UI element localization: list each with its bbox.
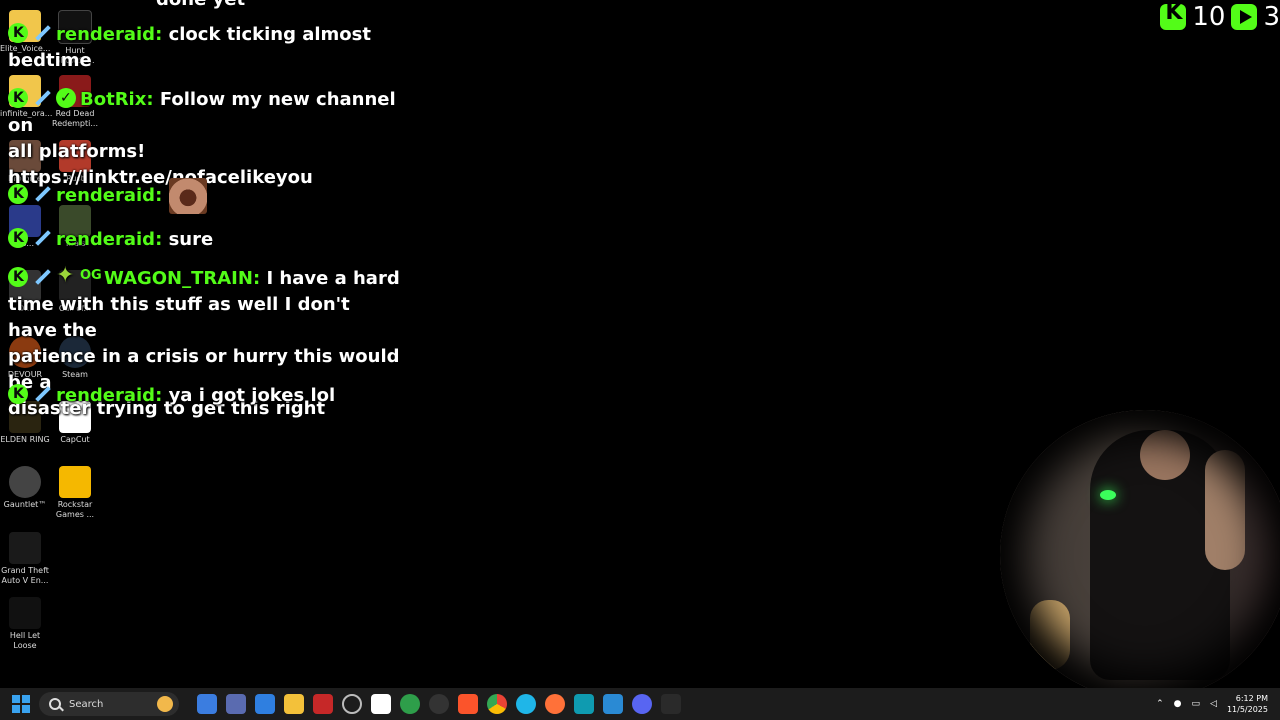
firefox-icon[interactable] <box>545 694 565 714</box>
chat-message-text: bedtime <box>8 50 92 71</box>
chat-username: renderaid: <box>56 229 163 250</box>
desktop-icon-label: Hell Let Loose <box>9 631 41 650</box>
desktop: Elite_Voice... Hunt Showdo... infinite_o… <box>0 0 1280 688</box>
hell-let-loose-icon <box>9 597 41 629</box>
kick-badge-icon <box>8 381 28 407</box>
desktop-icon-label: CapCut <box>60 435 90 444</box>
sword-badge-icon <box>32 384 52 404</box>
app-icon[interactable] <box>661 694 681 714</box>
discord-icon[interactable] <box>632 694 652 714</box>
gta-icon <box>9 532 41 564</box>
clock-date: 11/5/2025 <box>1226 705 1268 714</box>
clock-time: 6:12 PM <box>1235 694 1268 703</box>
play-logo-icon <box>1231 4 1258 30</box>
chat-message: BotRix: Follow my new channel on all pla… <box>8 85 403 191</box>
kick-badge-icon <box>8 20 28 46</box>
sword-badge-icon <box>32 88 52 108</box>
file-explorer-icon[interactable] <box>284 694 304 714</box>
rockstar-icon <box>59 466 91 498</box>
chat-message: renderaid: ya i got jokes lol <box>8 381 403 409</box>
desktop-icon-label: Grand Theft Auto V En... <box>1 566 49 585</box>
speaker-icon[interactable]: ◁ <box>1210 699 1217 709</box>
star-badge-icon <box>56 263 76 289</box>
chat-message-text: ya i got jokes lol <box>168 385 336 406</box>
chat-message-text: I have a hard <box>266 268 400 289</box>
kick-badge-icon <box>8 264 28 290</box>
app-icon[interactable] <box>574 694 594 714</box>
taskbar: Search ⌃ ● ▭ ◁ 6:12 PM 11/5/2025 <box>0 688 1280 720</box>
gauntlet-icon <box>9 466 41 498</box>
sword-badge-icon <box>32 228 52 248</box>
system-clock[interactable]: 6:12 PM 11/5/2025 <box>1227 693 1268 715</box>
vscode-icon[interactable] <box>603 694 623 714</box>
windows-logo-icon <box>12 695 20 703</box>
chat-message-text: time with this stuff as well I don't hav… <box>8 294 350 341</box>
laughing-emote-icon <box>168 178 207 214</box>
network-icon[interactable]: ▭ <box>1192 699 1201 709</box>
kick-badge-icon <box>8 181 28 207</box>
chevron-up-icon[interactable]: ⌃ <box>1156 699 1164 709</box>
chat-username: renderaid: <box>56 185 163 206</box>
chat-message-text: clock ticking almost <box>168 24 371 45</box>
verified-badge-icon <box>56 85 76 111</box>
desktop-icon-label: ELDEN RING <box>0 435 50 444</box>
sword-badge-icon <box>32 267 52 287</box>
app-icon[interactable] <box>342 694 362 714</box>
desktop-icon-gauntlet[interactable]: Gauntlet™ <box>0 466 50 510</box>
app-icon[interactable] <box>255 694 275 714</box>
chat-username: renderaid: <box>56 385 163 406</box>
kick-logo-icon <box>1160 0 1187 30</box>
kick-badge-icon <box>8 85 28 111</box>
kick-viewer-count: 10 <box>1192 2 1226 32</box>
chat-message-text: sure <box>168 229 214 250</box>
desktop-icon-rockstar[interactable]: Rockstar Games ... <box>50 466 100 520</box>
app-icon[interactable] <box>313 694 333 714</box>
app-icon[interactable] <box>226 694 246 714</box>
chrome-icon[interactable] <box>487 694 507 714</box>
chat-message: renderaid: <box>8 178 403 214</box>
desktop-icon-hell-let-loose[interactable]: Hell Let Loose <box>0 597 50 651</box>
viewer-counters: 10 3 <box>1160 0 1280 34</box>
chat-username: WAGON_TRAIN: <box>104 268 261 289</box>
desktop-icon-gta[interactable]: Grand Theft Auto V En... <box>0 532 50 586</box>
desktop-icon-label: Gauntlet™ <box>3 500 47 509</box>
chat-message-text: done yet <box>156 0 245 10</box>
app-icon[interactable] <box>400 694 420 714</box>
webcam-feed <box>1000 410 1280 688</box>
chat-message: done yet <box>8 0 403 13</box>
start-button[interactable] <box>7 690 35 718</box>
sword-badge-icon <box>32 23 52 43</box>
search-placeholder: Search <box>69 698 104 710</box>
kick-badge-icon <box>8 225 28 251</box>
chat-username: BotRix: <box>80 89 154 110</box>
chat-username: renderaid: <box>56 24 163 45</box>
capcut-icon[interactable] <box>371 694 391 714</box>
taskbar-search[interactable]: Search <box>39 692 179 716</box>
search-highlight-icon <box>157 696 173 712</box>
system-tray: ⌃ ● ▭ ◁ 6:12 PM 11/5/2025 <box>1156 693 1268 715</box>
play-viewer-count: 3 <box>1263 2 1280 32</box>
search-icon <box>49 698 61 710</box>
chat-message-text: all platforms! <box>8 141 146 162</box>
chat-message: renderaid: clock ticking almost bedtime <box>8 20 403 74</box>
edge-icon[interactable] <box>516 694 536 714</box>
chat-message: renderaid: sure <box>8 225 403 253</box>
app-icon[interactable] <box>429 694 449 714</box>
brave-icon[interactable] <box>458 694 478 714</box>
desktop-icon-label: Rockstar Games ... <box>55 500 95 519</box>
taskbar-apps <box>197 694 681 714</box>
og-badge-icon <box>80 263 102 289</box>
microphone-icon[interactable]: ● <box>1174 699 1182 709</box>
widgets-icon[interactable] <box>197 694 217 714</box>
sword-badge-icon <box>32 184 52 204</box>
